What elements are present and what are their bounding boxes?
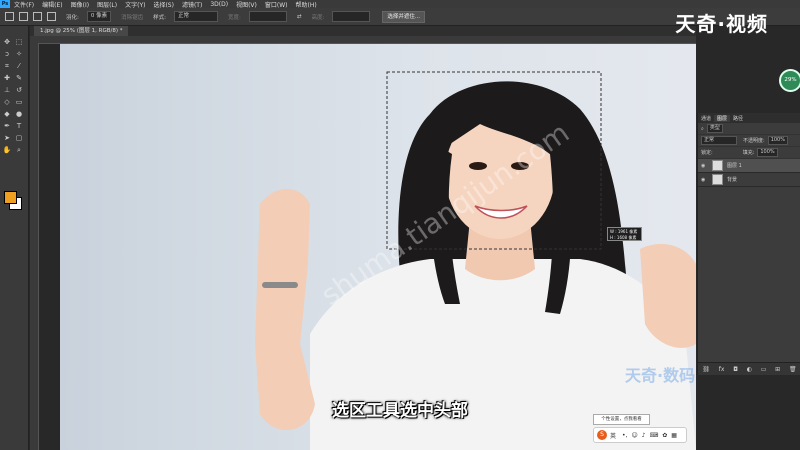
ime-toolbar: S 英 •, ☺ ♪ ⌨ ✿ ▦: [593, 427, 687, 443]
kind-filter-select[interactable]: 类型: [706, 124, 723, 133]
brand-logo: 天奇·视频: [675, 12, 768, 36]
width-input[interactable]: [248, 11, 287, 22]
document-tab-bar: 1.jpg @ 25% (图层 1, RGB/8) *: [30, 26, 696, 36]
emoji-icon[interactable]: ☺: [631, 432, 637, 439]
eyedropper-icon[interactable]: ⁄: [14, 62, 24, 70]
photoshop-logo-icon: Ps: [0, 0, 10, 8]
eye-icon[interactable]: ◉: [701, 163, 708, 169]
layer-name: 图层 1: [727, 163, 742, 169]
tab-paths[interactable]: 路径: [730, 115, 746, 122]
crop-icon[interactable]: ⌗: [2, 62, 12, 70]
panel-tabs: 通道 图层 路径: [698, 113, 800, 123]
lock-row: 锁定: 填充: 100%: [698, 147, 800, 159]
progress-badge: 29%: [779, 69, 800, 92]
skin-icon[interactable]: ✿: [662, 432, 667, 439]
tools-panel: ✥ ⬚ ↄ ✧ ⌗ ⁄ ✚ ✎ ⊥ ↺ ◇ ▭ ◆ ● ✒ T ➤ ▢ ✋ ⌕: [0, 26, 29, 450]
video-subtitle: 选区工具选中头部: [332, 401, 468, 421]
opacity-input[interactable]: 100%: [767, 136, 788, 145]
height-label: 高度:: [311, 14, 325, 21]
sogou-logo-icon[interactable]: S: [597, 430, 607, 440]
blend-row: 正常 不透明度: 100%: [698, 135, 800, 147]
blend-mode-select[interactable]: 正常: [701, 136, 737, 145]
antialias-checkbox[interactable]: 消除锯齿: [121, 13, 143, 21]
stamp-icon[interactable]: ⊥: [2, 86, 12, 94]
ime-language-toggle[interactable]: 英: [610, 431, 616, 440]
lock-label: 锁定:: [701, 150, 713, 156]
layer-row-1[interactable]: ◉ 图层 1: [698, 159, 800, 173]
ime-tooltip[interactable]: 个性设置，点我看看: [593, 414, 650, 425]
lasso-icon[interactable]: ↄ: [2, 50, 12, 58]
tab-layers[interactable]: 图层: [714, 114, 731, 122]
layers-panel: 通道 图层 路径 ⌕ 类型 正常 不透明度: 100% 锁定: 填充: 100%…: [697, 113, 800, 375]
feather-input[interactable]: 0 像素: [86, 11, 112, 22]
new-layer-icon[interactable]: ⊞: [775, 366, 780, 373]
marquee-icon[interactable]: ⬚: [14, 38, 24, 46]
link-icon[interactable]: ⛓: [702, 366, 710, 373]
menu-grid-icon[interactable]: ▦: [671, 432, 677, 439]
mic-icon[interactable]: ♪: [642, 432, 646, 439]
gradient-icon[interactable]: ▭: [14, 98, 24, 106]
hand-icon[interactable]: ✋: [2, 146, 12, 154]
path-select-icon[interactable]: ➤: [2, 134, 12, 142]
selection-height: H : 1608 像素: [610, 235, 637, 240]
intersect-selection-icon[interactable]: [47, 12, 56, 21]
opacity-label: 不透明度:: [743, 138, 765, 144]
foreground-color-swatch[interactable]: [4, 191, 17, 204]
style-select[interactable]: 正常: [173, 11, 218, 22]
layers-panel-footer: ⛓ fx ◘ ◐ ▭ ⊞ 🗑: [698, 362, 800, 375]
folder-icon[interactable]: ▭: [761, 366, 767, 373]
shape-icon[interactable]: ▢: [14, 134, 24, 142]
selection-size-tooltip: W : 1961 像素 H : 1608 像素: [607, 227, 642, 241]
height-input[interactable]: [332, 11, 371, 22]
zoom-icon[interactable]: ⌕: [14, 146, 24, 154]
select-and-mask-button[interactable]: 选择并遮住...: [382, 10, 426, 23]
dodge-icon[interactable]: ●: [14, 110, 24, 118]
add-selection-icon[interactable]: [19, 12, 28, 21]
vertical-ruler: [30, 43, 39, 450]
menu-3d[interactable]: 3D(D): [206, 1, 232, 8]
style-label: 样式:: [153, 14, 166, 21]
magic-wand-icon[interactable]: ✧: [14, 50, 24, 58]
swap-icon[interactable]: ⇄: [297, 14, 302, 20]
tab-channels[interactable]: 通道: [698, 115, 714, 122]
feather-label: 羽化:: [66, 14, 79, 21]
healing-icon[interactable]: ✚: [2, 74, 12, 82]
trash-icon[interactable]: 🗑: [789, 366, 797, 373]
adjustment-icon[interactable]: ◐: [747, 366, 752, 373]
document-tab[interactable]: 1.jpg @ 25% (图层 1, RGB/8) *: [34, 26, 129, 36]
pen-icon[interactable]: ✒: [2, 122, 12, 130]
fill-input[interactable]: 100%: [757, 148, 778, 157]
layer-row-background[interactable]: ◉ 背景: [698, 173, 800, 187]
type-icon[interactable]: T: [14, 122, 24, 130]
layer-filter-row: ⌕ 类型: [698, 123, 800, 135]
history-brush-icon[interactable]: ↺: [14, 86, 24, 94]
fx-icon[interactable]: fx: [719, 366, 725, 373]
mask-icon[interactable]: ◘: [733, 366, 738, 373]
move-icon[interactable]: ✥: [2, 38, 12, 46]
horizontal-ruler: [30, 36, 696, 44]
layer-thumbnail: [712, 160, 723, 171]
layer-name: 背景: [727, 177, 738, 183]
brush-icon[interactable]: ✎: [14, 74, 24, 82]
brand-watermark: 天奇·数码: [625, 366, 696, 385]
menu-bar: Ps 文件(F) 编辑(E) 图像(I) 图层(L) 文字(Y) 选择(S) 滤…: [0, 0, 800, 9]
fill-label: 填充:: [742, 150, 755, 156]
subtract-selection-icon[interactable]: [33, 12, 42, 21]
keyboard-icon[interactable]: ⌨: [650, 432, 659, 439]
eraser-icon[interactable]: ◇: [2, 98, 12, 106]
filter-icon: ⌕: [701, 125, 704, 132]
punctuation-icon[interactable]: •,: [622, 432, 627, 439]
blur-icon[interactable]: ◆: [2, 110, 12, 118]
width-label: 宽度:: [227, 14, 241, 21]
eye-icon[interactable]: ◉: [701, 177, 708, 183]
layer-thumbnail: [712, 174, 723, 185]
new-selection-icon[interactable]: [5, 12, 14, 21]
